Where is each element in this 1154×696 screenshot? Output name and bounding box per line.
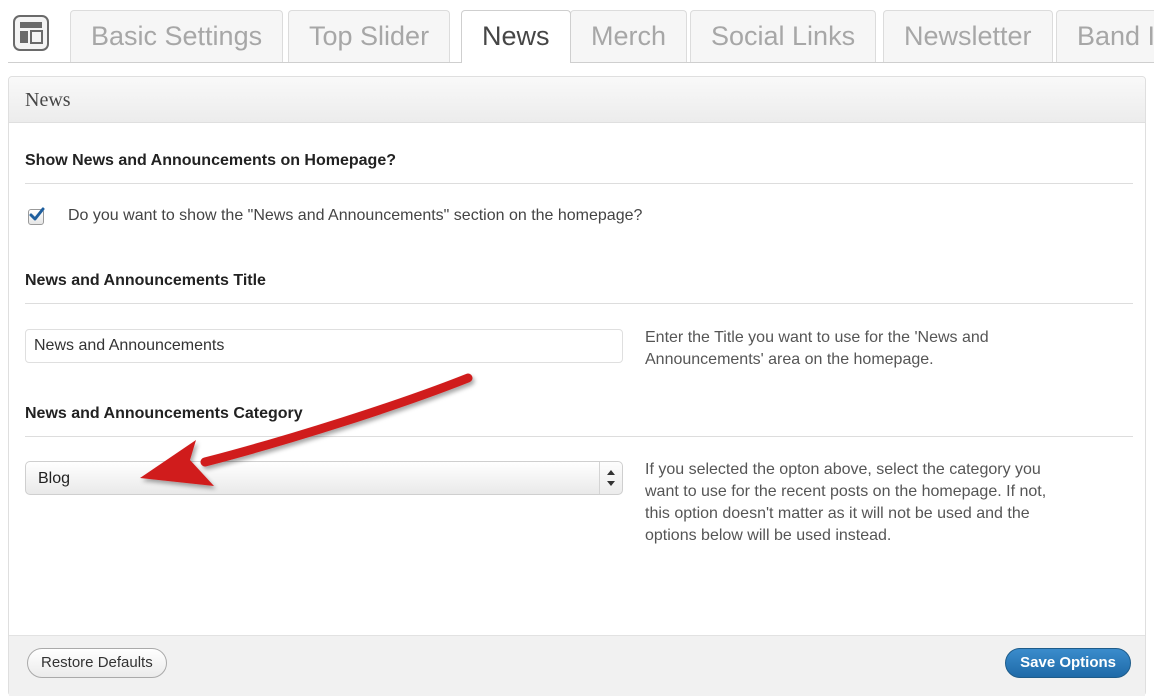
tab-band[interactable]: Band I — [1056, 10, 1154, 62]
layout-icon — [12, 14, 52, 52]
panel-footer: Restore Defaults Save Options — [9, 635, 1145, 696]
news-category-select[interactable]: Blog — [25, 461, 623, 495]
panel-title: News — [9, 77, 1145, 123]
divider — [25, 436, 1133, 437]
tab-newsletter[interactable]: Newsletter — [883, 10, 1053, 62]
tab-top-slider[interactable]: Top Slider — [288, 10, 451, 62]
chevron-updown-icon — [599, 462, 622, 494]
news-title-description: Enter the Title you want to use for the … — [645, 329, 989, 368]
save-options-button[interactable]: Save Options — [1005, 648, 1131, 678]
news-options-panel: News Show News and Announcements on Home… — [8, 76, 1146, 696]
divider — [25, 183, 1133, 184]
show-news-heading: Show News and Announcements on Homepage? — [25, 152, 396, 169]
show-news-checkbox[interactable] — [28, 207, 45, 225]
news-category-description: If you selected the opton above, select … — [645, 461, 1047, 544]
tab-bar: Basic Settings Top Slider News Merch Soc… — [0, 0, 1154, 64]
tab-bar-divider — [8, 62, 1154, 63]
news-category-heading: News and Announcements Category — [25, 405, 303, 422]
tab-news[interactable]: News — [461, 10, 571, 63]
tab-social-links[interactable]: Social Links — [690, 10, 877, 62]
news-title-input[interactable] — [25, 329, 623, 363]
news-category-selected-value: Blog — [38, 470, 71, 487]
tab-merch[interactable]: Merch — [570, 10, 688, 62]
restore-defaults-button[interactable]: Restore Defaults — [27, 648, 167, 678]
divider — [25, 303, 1133, 304]
news-title-heading: News and Announcements Title — [25, 272, 266, 289]
tab-basic-settings[interactable]: Basic Settings — [70, 10, 284, 62]
show-news-checkbox-label: Do you want to show the "News and Announ… — [68, 207, 643, 224]
checkmark-icon — [29, 207, 45, 221]
